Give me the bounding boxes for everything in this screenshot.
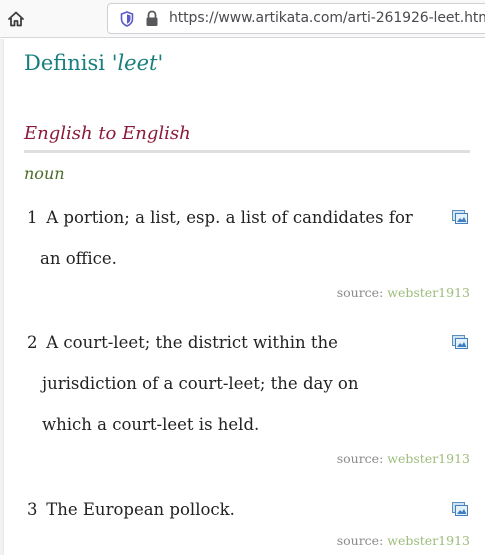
definition-text: an office. [40,249,117,268]
definition-text: A portion; a list, esp. a list of candid… [46,208,413,227]
source-label: source: [336,285,384,300]
address-bar[interactable]: https://www.artikata.com/arti-261926-lee… [107,3,485,34]
definition-text: A court-leet; the district within the [46,333,338,352]
shield-icon[interactable] [120,11,134,27]
section-divider [24,150,470,153]
image-link-icon[interactable] [452,210,468,224]
definition-line: an office. [27,238,447,279]
source-label: source: [336,533,384,548]
definition-item: 2 A court-leet; the district within the … [27,322,447,445]
definition-line: jurisdiction of a court-leet; the day on [27,363,447,404]
page-title: Definisi 'leet' [24,51,163,75]
source-attribution: source: webster1913 [337,285,470,300]
home-button[interactable] [4,7,28,31]
definition-item: 1 A portion; a list, esp. a list of cand… [27,197,447,279]
definition-line: 2 A court-leet; the district within the [27,322,447,363]
definition-line: which a court-leet is held. [27,404,447,445]
definition-text: jurisdiction of a court-leet; the day on [42,374,359,393]
image-link-icon[interactable] [452,502,468,516]
definition-item: 3 The European pollock. [27,489,447,530]
page-content: Definisi 'leet' English to English noun … [0,39,485,555]
definition-text: The European pollock. [46,500,235,519]
definition-line: 3 The European pollock. [27,489,447,530]
image-link-icon[interactable] [452,335,468,349]
definition-number: 1 [27,208,38,227]
browser-toolbar: https://www.artikata.com/arti-261926-lee… [0,0,485,38]
definition-number: 2 [27,333,38,352]
source-link[interactable]: webster1913 [387,451,470,466]
source-attribution: source: webster1913 [337,533,470,548]
page-title-term: 'leet' [111,51,164,75]
source-attribution: source: webster1913 [337,451,470,466]
source-link[interactable]: webster1913 [387,533,470,548]
definition-text: which a court-leet is held. [42,415,260,434]
definition-line: 1 A portion; a list, esp. a list of cand… [27,197,447,238]
section-heading: English to English [24,123,191,144]
url-text[interactable]: https://www.artikata.com/arti-261926-lee… [169,10,485,26]
source-label: source: [336,451,384,466]
left-border [0,39,4,555]
lock-icon[interactable] [145,10,159,27]
source-link[interactable]: webster1913 [387,285,470,300]
part-of-speech: noun [24,164,65,183]
page-title-prefix: Definisi [24,51,112,75]
definition-number: 3 [27,500,38,519]
home-icon [8,11,24,27]
